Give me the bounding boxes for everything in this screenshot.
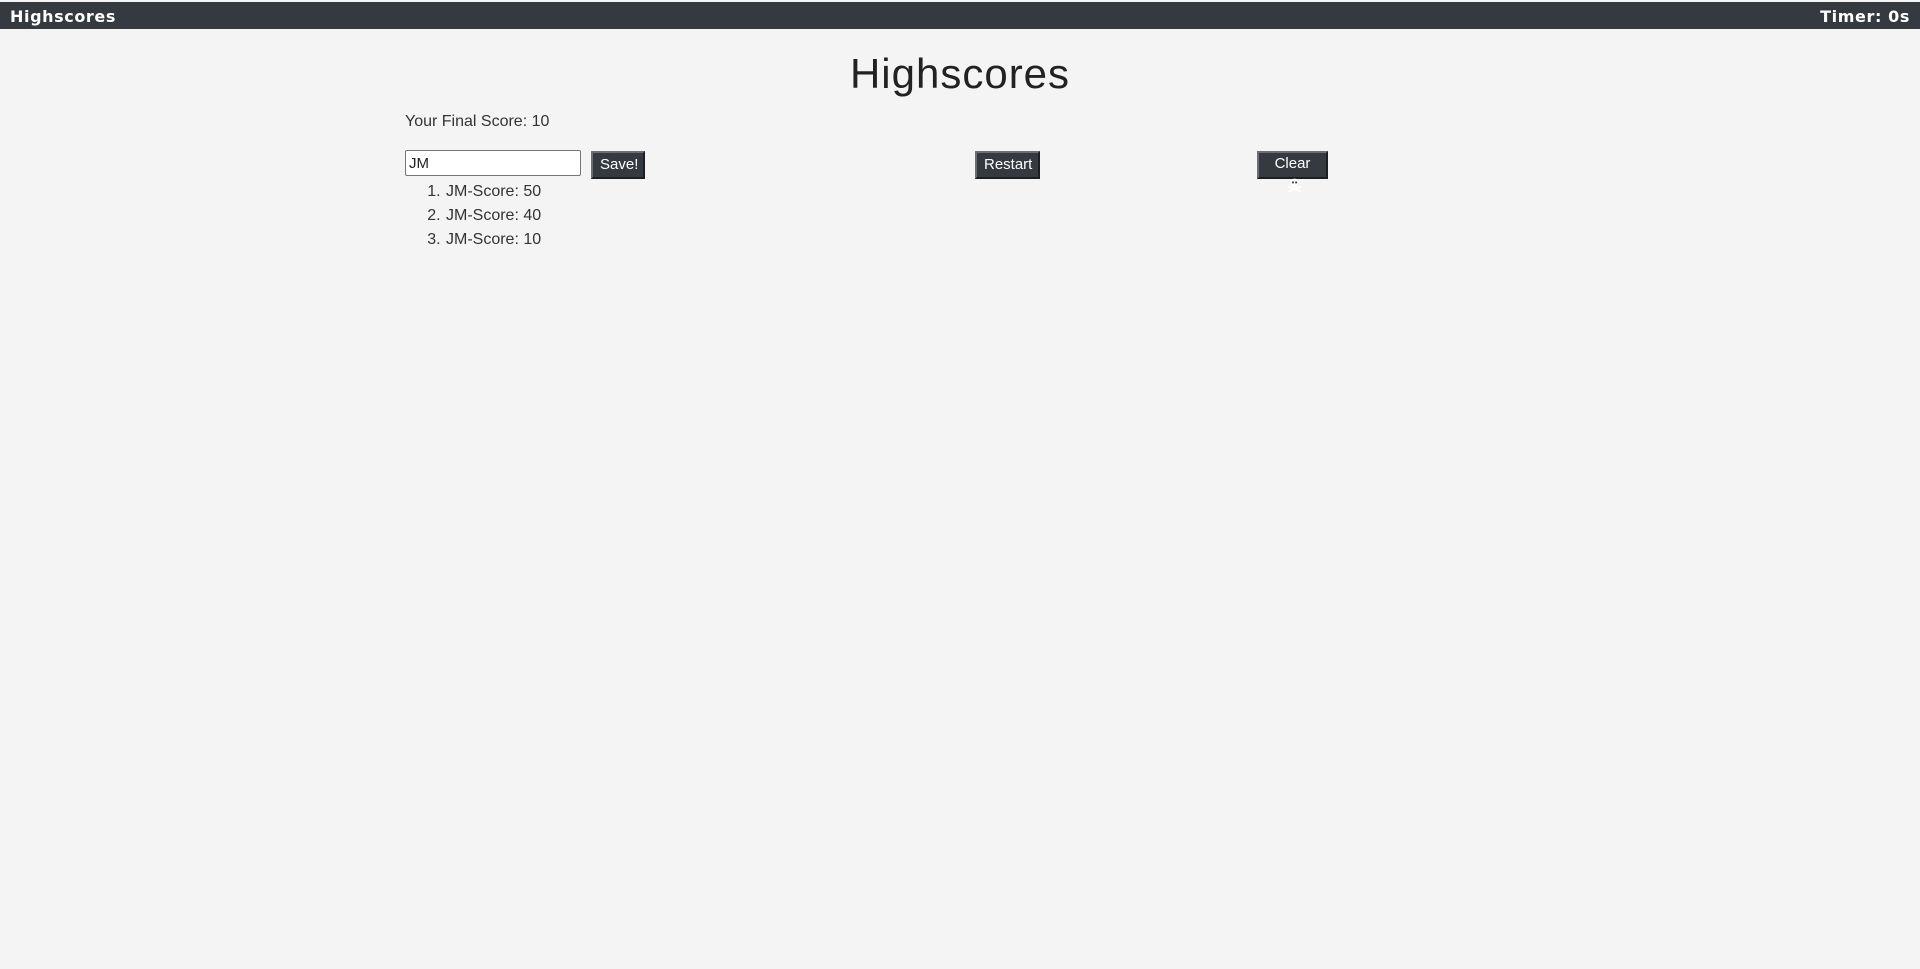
page-title: Highscores: [849, 50, 1071, 97]
brand-title[interactable]: Highscores: [10, 7, 116, 26]
list-item: JM-Score: 40: [445, 204, 541, 228]
clear-button[interactable]: Clear: [1257, 151, 1328, 193]
initials-input[interactable]: [405, 150, 581, 176]
highscore-list: JM-Score: 50 JM-Score: 40 JM-Score: 10: [405, 180, 541, 252]
save-button[interactable]: Save!: [591, 151, 645, 179]
timer-display: Timer: 0s: [1820, 7, 1910, 26]
restart-button[interactable]: Restart: [975, 151, 1040, 179]
list-item: JM-Score: 10: [445, 228, 541, 252]
skull-crossbones-icon: [1287, 177, 1302, 199]
final-score-text: Your Final Score: 10: [405, 113, 550, 130]
clear-button-label: Clear: [1274, 155, 1311, 172]
top-navbar: Highscores Timer: 0s: [0, 2, 1920, 29]
list-item: JM-Score: 50: [445, 180, 541, 204]
